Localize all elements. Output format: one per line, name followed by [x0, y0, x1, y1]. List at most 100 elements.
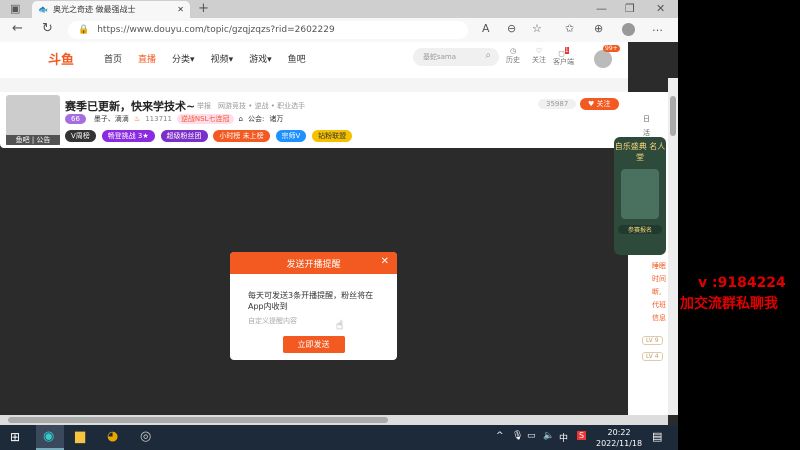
douyu-app-icon[interactable]: ◕	[107, 429, 118, 444]
nav-video[interactable]: 视频▾	[211, 52, 234, 65]
live-reminder-dialog: 发送开播提醒 ✕ 每天可发送3条开播提醒，粉丝将在App内收到 自定义提醒内容 立…	[230, 252, 397, 360]
tab-title: 奥光之奇迹 做最强战士	[52, 5, 136, 14]
achievement-tag[interactable]: 逆战NSL七连冠	[176, 114, 234, 124]
clock-date: 2022/11/18	[596, 439, 643, 448]
collections-icon[interactable]: ⊕	[594, 22, 603, 35]
close-icon[interactable]: ✕	[381, 256, 389, 267]
new-tab-icon[interactable]: +	[198, 1, 209, 16]
guild-name[interactable]: 诸万	[269, 114, 283, 124]
sidebar-item: 信息	[652, 314, 666, 322]
chip-weekly[interactable]: V周榜	[65, 130, 96, 142]
client-badge: 1	[564, 47, 569, 54]
ime-indicator[interactable]: 中	[559, 431, 568, 444]
follow-label: 关注	[596, 100, 611, 108]
network-icon[interactable]: ▭	[527, 431, 536, 441]
dialog-title: 发送开播提醒	[286, 259, 341, 270]
scroll-thumb[interactable]	[670, 96, 676, 136]
browser-window: ▣ 🐟 奥光之奇迹 做最强战士 ✕ + — ❐ ✕ ← ↻ 🔒 https://w…	[0, 0, 678, 425]
chip-master[interactable]: 宗师V	[275, 130, 307, 142]
back-icon[interactable]: ←	[12, 21, 23, 36]
notification-icon[interactable]: ▤	[652, 430, 662, 443]
hall-of-fame-banner[interactable]: 自乐盛典 名人堂 参赛报名	[614, 137, 666, 255]
user-avatar[interactable]	[594, 50, 612, 68]
dialog-header: 发送开播提醒 ✕	[230, 252, 397, 274]
nav-games[interactable]: 游戏▾	[249, 52, 272, 65]
search-placeholder: 基蛇sama	[423, 53, 457, 61]
chip-fanclub[interactable]: 超级粉丝团	[160, 130, 208, 142]
guild-label: 公会:	[247, 115, 265, 123]
search-icon[interactable]: ⌕	[485, 50, 491, 61]
reminder-content-input[interactable]: 自定义提醒内容	[230, 312, 397, 330]
history-button[interactable]: ◷ 历史	[506, 47, 520, 65]
start-icon[interactable]: ⊞	[10, 430, 20, 444]
mouse-cursor-icon: ☝	[336, 318, 344, 332]
favorite-icon[interactable]: ☆	[532, 22, 542, 35]
sidebar-item: 代班	[652, 301, 666, 309]
clock[interactable]: 20:22 2022/11/18	[596, 427, 642, 449]
favicon-icon: 🐟	[38, 5, 48, 14]
read-aloud-icon[interactable]: A	[482, 22, 490, 35]
nav-home[interactable]: 首页	[104, 52, 122, 65]
url-input[interactable]: 🔒 https://www.douyu.com/topic/gzqjzqzs?ri…	[68, 21, 468, 39]
message-badge: 99+	[603, 45, 620, 52]
chip-hourly[interactable]: 小时榜 未上榜	[213, 130, 270, 142]
client-label: 客户端	[553, 58, 574, 67]
tray-chevron-icon[interactable]: ^	[496, 431, 504, 441]
level-tag: LV 4	[642, 352, 663, 361]
follow-button[interactable]: ♥ 关注	[580, 98, 619, 110]
douyu-header: 斗鱼 首页 直播 分类▾ 视频▾ 游戏▾ 鱼吧 基蛇sama ⌕ ◷ 历史 ♡ 关注 …	[0, 42, 628, 78]
banner-button[interactable]: 参赛报名	[618, 225, 662, 234]
viewer-count: 35987	[538, 99, 577, 109]
close-tab-icon[interactable]: ✕	[177, 5, 184, 14]
obs-icon[interactable]: ◎	[140, 429, 151, 444]
volume-icon[interactable]: 🔈	[543, 431, 554, 441]
follow-label: 关注	[532, 56, 546, 64]
chip-diamond[interactable]: 钻粉联盟	[312, 130, 353, 142]
vertical-scrollbar[interactable]	[668, 78, 678, 415]
refresh-icon[interactable]: ↻	[42, 21, 53, 36]
nav-live[interactable]: 直播	[138, 52, 156, 65]
chip-challenge[interactable]: 畅登挑战 3★	[101, 130, 155, 142]
main-nav: 首页 直播 分类▾ 视频▾ 游戏▾ 鱼吧	[104, 52, 306, 65]
client-button[interactable]: ▢1 客户端	[553, 47, 574, 67]
restore-icon[interactable]: ❐	[625, 2, 635, 15]
lock-icon: 🔒	[78, 25, 90, 35]
browser-tab[interactable]: 🐟 奥光之奇迹 做最强战士 ✕	[32, 1, 190, 18]
nav-fishbar[interactable]: 鱼吧	[288, 52, 306, 65]
tab-actions-icon[interactable]: ▣	[10, 2, 20, 15]
sogou-icon[interactable]: S	[577, 431, 587, 440]
douyu-logo[interactable]: 斗鱼	[48, 49, 74, 68]
scroll-thumb[interactable]	[8, 417, 388, 423]
file-explorer-icon[interactable]: ▆	[75, 429, 85, 444]
close-window-icon[interactable]: ✕	[656, 2, 665, 15]
zoom-icon[interactable]: ⊖	[507, 22, 516, 35]
overlay-message: 加交流群私聊我	[680, 296, 778, 312]
send-now-button[interactable]: 立即发送	[282, 336, 345, 353]
edge-taskbar-icon[interactable]: ◉	[36, 425, 64, 450]
report-link[interactable]: 举报	[197, 101, 211, 111]
search-input[interactable]: 基蛇sama ⌕	[413, 48, 499, 66]
banner-title: 自乐盛典 名人堂	[614, 142, 666, 162]
rank-chips: V周榜 畅登挑战 3★ 超级粉丝团 小时榜 未上榜 宗师V 钻粉联盟	[65, 130, 355, 142]
clock-icon: ◷	[509, 47, 517, 55]
avatar-caption[interactable]: 鱼吧 | 公告	[6, 135, 60, 145]
minimize-icon[interactable]: —	[596, 2, 607, 15]
horizontal-scrollbar[interactable]	[0, 415, 668, 425]
taskbar: ⊞ ◉ ▆ ◕ ◎ ^ 🎙 ▭ 🔈 中 S 20:22 2022/11/18 ▤	[0, 425, 678, 450]
sidebar-item: 断,	[652, 288, 662, 296]
follow-list-button[interactable]: ♡ 关注	[532, 47, 546, 65]
overlay-contact: v :9184224	[698, 275, 786, 291]
profile-icon[interactable]	[622, 23, 635, 36]
streamer-avatar[interactable]: 鱼吧 | 公告	[6, 95, 60, 145]
dialog-message: 每天可发送3条开播提醒，粉丝将在App内收到	[248, 291, 374, 311]
microphone-icon[interactable]: 🎙	[512, 431, 523, 441]
history-label: 历史	[506, 56, 520, 64]
favorites-icon[interactable]: ✩	[565, 22, 574, 35]
room-category[interactable]: 网游竞技 • 逆战 • 职业选手	[218, 101, 305, 111]
right-sidebar: 日活跃 比赛 自乐盛典 名人堂 参赛报名 睡眠 时间 断, 代班 信息 LV 9…	[614, 92, 668, 425]
more-icon[interactable]: …	[652, 21, 663, 34]
nav-category[interactable]: 分类▾	[172, 52, 195, 65]
url-text: https://www.douyu.com/topic/gzqjzqzs?rid…	[97, 25, 335, 35]
sidebar-item: 睡眠	[652, 262, 666, 270]
level-tag: LV 9	[642, 336, 663, 345]
